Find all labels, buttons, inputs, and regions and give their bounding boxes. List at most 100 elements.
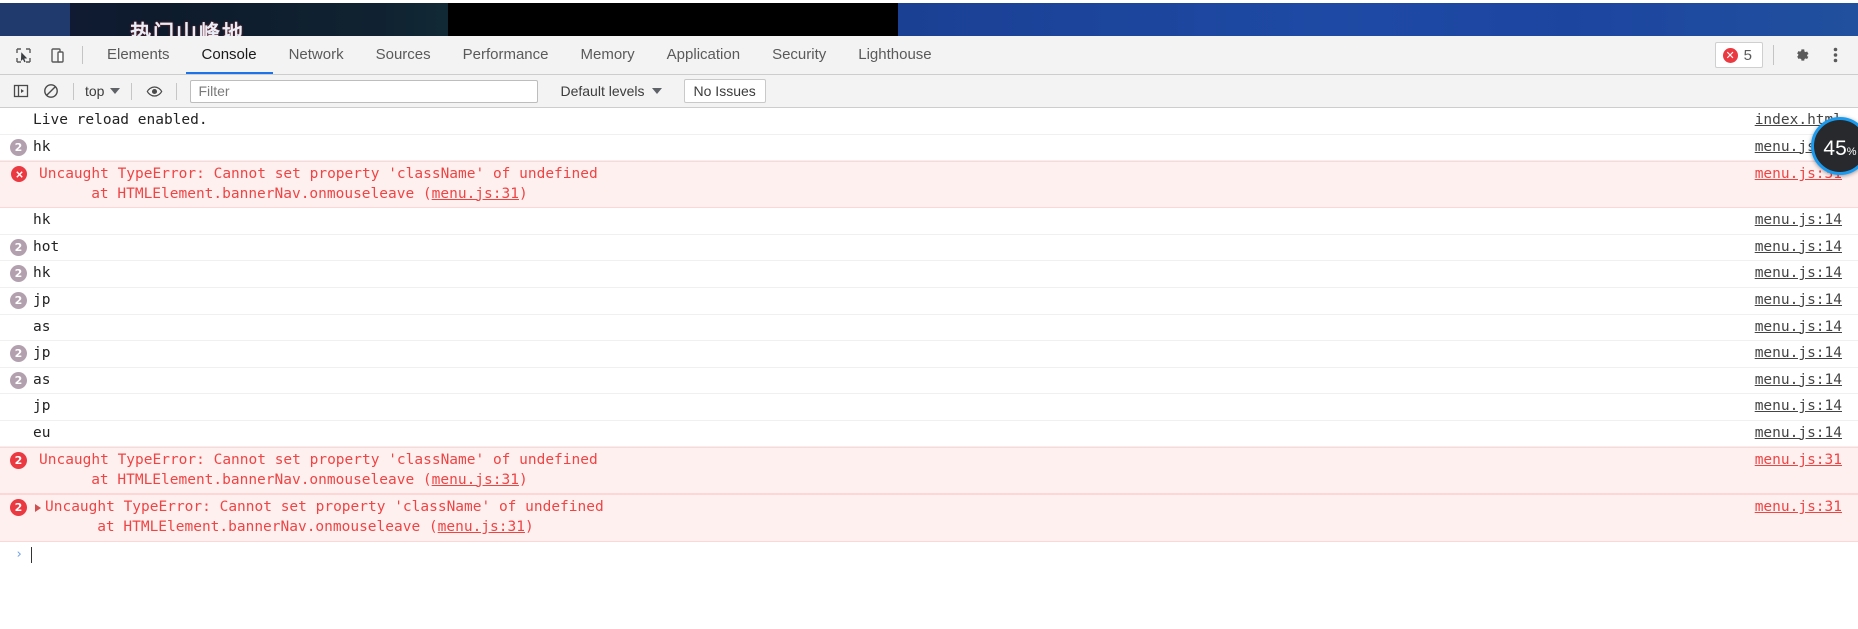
console-row-text: hk bbox=[33, 138, 51, 155]
tab-performance[interactable]: Performance bbox=[447, 36, 565, 74]
console-row[interactable]: 2 hot menu.js:14 bbox=[0, 235, 1858, 262]
console-error-stack-close: ) bbox=[518, 185, 528, 202]
console-row[interactable]: jp menu.js:14 bbox=[0, 394, 1858, 421]
chevron-down-icon bbox=[651, 88, 662, 94]
console-row-gutter bbox=[0, 211, 31, 212]
console-error-row[interactable]: 2 Uncaught TypeError: Cannot set propert… bbox=[0, 447, 1858, 495]
chevron-down-icon bbox=[110, 88, 121, 94]
console-prompt[interactable]: › bbox=[0, 542, 1858, 568]
tab-lighthouse-label: Lighthouse bbox=[858, 45, 932, 63]
execution-context-selector[interactable]: top bbox=[81, 83, 124, 99]
error-circle-icon: ✕ bbox=[1722, 47, 1738, 63]
tab-memory-label: Memory bbox=[580, 45, 635, 63]
clear-console-icon[interactable] bbox=[36, 78, 66, 104]
console-row-source-link[interactable]: menu.js:14 bbox=[1739, 344, 1858, 364]
console-error-row[interactable]: 2 Uncaught TypeError: Cannot set propert… bbox=[0, 494, 1858, 542]
tab-application[interactable]: Application bbox=[651, 36, 756, 74]
console-error-stack-close: ) bbox=[518, 471, 528, 488]
tab-sources-label: Sources bbox=[375, 45, 431, 63]
console-row[interactable]: as menu.js:14 bbox=[0, 315, 1858, 342]
gear-icon[interactable] bbox=[1784, 40, 1818, 70]
console-error-message: Uncaught TypeError: Cannot set property … bbox=[45, 499, 604, 516]
console-row[interactable]: 2 as menu.js:14 bbox=[0, 368, 1858, 395]
console-row-gutter bbox=[0, 318, 31, 319]
repeat-count-badge: 2 bbox=[10, 371, 27, 389]
console-row[interactable]: 2 jp menu.js:14 bbox=[0, 288, 1858, 315]
console-row-gutter: 2 bbox=[0, 238, 31, 256]
filterbar-divider-2 bbox=[131, 82, 133, 100]
console-row-text: as bbox=[33, 371, 51, 388]
console-error-inline-link[interactable]: menu.js:31 bbox=[432, 472, 519, 488]
filterbar-divider-1 bbox=[73, 82, 74, 100]
console-row[interactable]: Live reload enabled. index.html bbox=[0, 108, 1858, 135]
console-sidebar-icon[interactable] bbox=[6, 78, 36, 104]
tab-console-label: Console bbox=[201, 45, 257, 63]
issues-button[interactable]: No Issues bbox=[683, 79, 766, 103]
execution-context-label: top bbox=[85, 83, 105, 99]
expand-triangle-icon[interactable] bbox=[35, 504, 41, 513]
device-toolbar-icon[interactable] bbox=[40, 40, 74, 70]
console-row-gutter: 2 bbox=[0, 138, 31, 156]
console-error-stackframe: at HTMLElement.bannerNav.onmouseleave (m… bbox=[39, 185, 1739, 205]
console-error-text: Uncaught TypeError: Cannot set property … bbox=[31, 451, 1739, 490]
tab-performance-label: Performance bbox=[462, 45, 549, 63]
tabbar-divider bbox=[82, 46, 83, 64]
error-count-badge[interactable]: ✕ 5 bbox=[1714, 42, 1763, 68]
tab-console[interactable]: Console bbox=[185, 36, 273, 74]
console-row-text: hk bbox=[33, 265, 51, 282]
tab-security[interactable]: Security bbox=[756, 36, 842, 74]
console-row-source-link[interactable]: menu.js:14 bbox=[1739, 424, 1858, 444]
prompt-arrow-icon: › bbox=[15, 547, 23, 563]
console-row-gutter: 2 bbox=[0, 371, 31, 389]
console-row-source-link[interactable]: menu.js:14 bbox=[1739, 238, 1858, 258]
repeat-count-badge: 2 bbox=[10, 499, 27, 517]
prompt-text-caret bbox=[31, 546, 32, 563]
console-row[interactable]: hk menu.js:14 bbox=[0, 208, 1858, 235]
console-row-gutter bbox=[0, 111, 31, 112]
console-error-stack-text: at HTMLElement.bannerNav.onmouseleave ( bbox=[91, 185, 432, 202]
page-black-region bbox=[448, 3, 898, 36]
kebab-menu-icon[interactable] bbox=[1818, 40, 1852, 70]
console-row-text: as bbox=[33, 318, 51, 335]
log-level-selector[interactable]: Default levels bbox=[560, 83, 662, 99]
console-row-text: hk bbox=[33, 212, 51, 229]
console-error-row[interactable]: Uncaught TypeError: Cannot set property … bbox=[0, 161, 1858, 209]
tabbar-right-controls: ✕ 5 bbox=[1714, 36, 1858, 74]
console-error-stack-text: at HTMLElement.bannerNav.onmouseleave ( bbox=[97, 519, 438, 535]
console-error-inline-link[interactable]: menu.js:31 bbox=[432, 186, 519, 202]
console-row-source-link[interactable]: menu.js:14 bbox=[1739, 318, 1858, 338]
live-expression-eye-icon[interactable] bbox=[139, 78, 169, 104]
repeat-count-badge: 2 bbox=[10, 138, 27, 156]
console-row-source-link[interactable]: menu.js:14 bbox=[1739, 371, 1858, 391]
console-filter-toolbar: top Default levels No Issues bbox=[0, 75, 1858, 108]
console-row-source-link[interactable]: menu.js:14 bbox=[1739, 211, 1858, 231]
tab-network[interactable]: Network bbox=[273, 36, 360, 74]
console-row-text: Live reload enabled. bbox=[33, 112, 208, 128]
devtools-tabbar: Elements Console Network Sources Perform… bbox=[0, 36, 1858, 75]
tab-elements[interactable]: Elements bbox=[91, 36, 186, 74]
console-row-source-link[interactable]: menu.js:14 bbox=[1739, 397, 1858, 417]
tab-memory[interactable]: Memory bbox=[565, 36, 651, 74]
console-error-stackframe: at HTMLElement.bannerNav.onmouseleave (m… bbox=[39, 471, 1739, 491]
console-row-source-link[interactable]: menu.js:14 bbox=[1739, 264, 1858, 284]
tab-lighthouse[interactable]: Lighthouse bbox=[842, 36, 947, 74]
filter-input[interactable] bbox=[190, 79, 539, 103]
console-row-source-link[interactable]: menu.js:31 bbox=[1739, 498, 1858, 518]
console-row[interactable]: 2 hk menu.js:14 bbox=[0, 135, 1858, 162]
console-row[interactable]: 2 jp menu.js:14 bbox=[0, 341, 1858, 368]
console-error-stack-text: at HTMLElement.bannerNav.onmouseleave ( bbox=[91, 471, 432, 488]
tab-application-label: Application bbox=[666, 45, 741, 63]
tab-sources[interactable]: Sources bbox=[360, 36, 447, 74]
page-hero-title: 热门山峰地 bbox=[130, 21, 245, 36]
console-message-list[interactable]: Live reload enabled. index.html 2 hk men… bbox=[0, 108, 1858, 629]
console-row-gutter: 2 bbox=[0, 451, 31, 470]
console-row[interactable]: 2 hk menu.js:14 bbox=[0, 261, 1858, 288]
repeat-count-badge: 2 bbox=[10, 345, 27, 363]
console-error-inline-link[interactable]: menu.js:31 bbox=[438, 519, 525, 535]
devtools-tab-list: Elements Console Network Sources Perform… bbox=[91, 36, 948, 74]
repeat-count-badge: 2 bbox=[10, 291, 27, 309]
inspect-cursor-icon[interactable] bbox=[6, 40, 40, 70]
console-row-source-link[interactable]: menu.js:31 bbox=[1739, 451, 1858, 471]
console-row-source-link[interactable]: menu.js:14 bbox=[1739, 291, 1858, 311]
console-row[interactable]: eu menu.js:14 bbox=[0, 421, 1858, 448]
